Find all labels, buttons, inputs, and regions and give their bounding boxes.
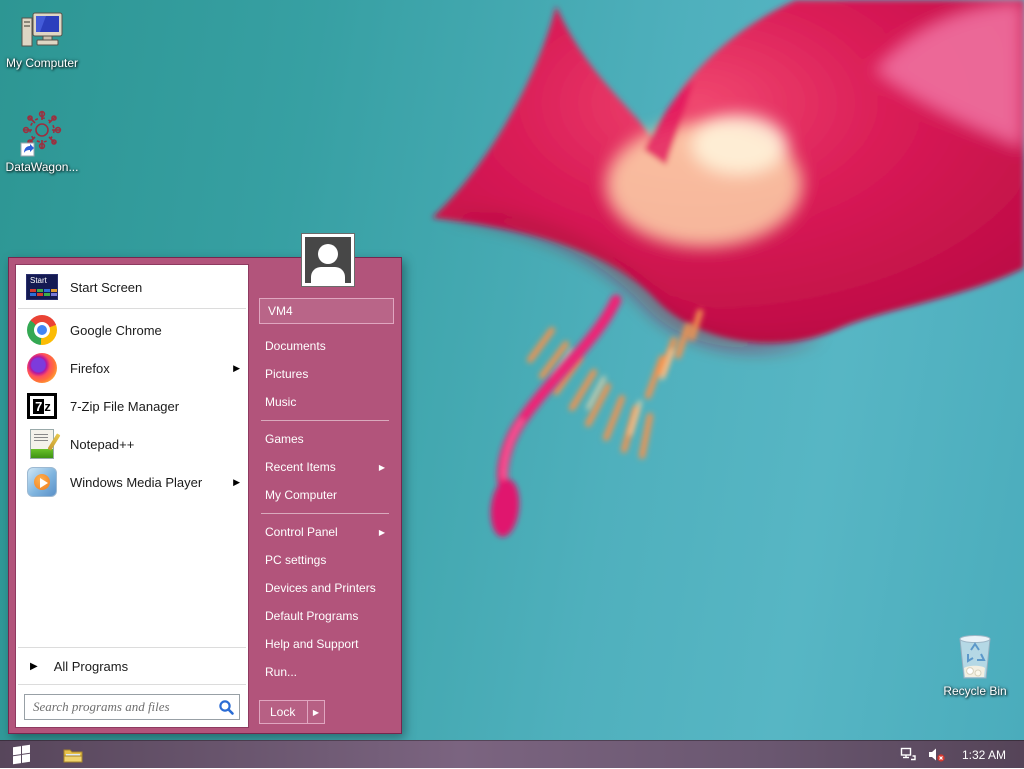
desktop-icon-label: DataWagon... [5, 160, 79, 174]
menu-item-7zip[interactable]: 7z 7-Zip File Manager [16, 387, 248, 425]
menu-item-pc-settings[interactable]: PC settings [255, 546, 395, 574]
menu-item-devices-and-printers[interactable]: Devices and Printers [255, 574, 395, 602]
desktop-icon-recycle-bin[interactable]: Recycle Bin [933, 632, 1017, 698]
start-screen-tile-icon: Start [26, 271, 58, 303]
menu-item-label: Run... [265, 665, 298, 679]
desktop-icon-my-computer[interactable]: My Computer [0, 8, 84, 70]
taskbar-clock[interactable]: 1:32 AM [956, 748, 1012, 762]
separator [18, 308, 246, 309]
windows-logo-icon [12, 744, 30, 765]
user-avatar[interactable] [301, 233, 355, 287]
submenu-arrow-icon: ▶ [378, 462, 385, 472]
menu-empty-space [16, 501, 248, 645]
all-programs-button[interactable]: ▶ All Programs [16, 650, 248, 682]
chrome-icon [26, 314, 58, 346]
submenu-arrow-icon: ▶ [378, 527, 385, 537]
menu-item-label: Recent Items [265, 460, 336, 474]
menu-item-user-name[interactable]: VM4 [259, 298, 394, 324]
lock-button-label: Lock [270, 705, 296, 719]
desktop-wallpaper: My Computer DataWagon... Recycle Bin Sta… [0, 0, 1024, 768]
taskbar-file-explorer-button[interactable] [56, 741, 90, 769]
menu-item-label: Windows Media Player [70, 474, 203, 490]
separator [18, 647, 246, 648]
menu-item-label: Notepad++ [70, 436, 135, 452]
desktop-icon-label: My Computer [5, 56, 79, 70]
menu-item-label: PC settings [265, 553, 327, 567]
menu-item-windows-media-player[interactable]: Windows Media Player ▶ [16, 463, 248, 501]
search-input[interactable] [33, 699, 217, 715]
system-tray: 1:32 AM [900, 746, 1024, 764]
menu-item-pictures[interactable]: Pictures [255, 360, 395, 388]
menu-item-label: Control Panel [265, 525, 338, 539]
menu-item-default-programs[interactable]: Default Programs [255, 602, 395, 630]
menu-item-label: Default Programs [265, 609, 359, 623]
datawagon-icon [20, 110, 62, 157]
network-status-icon[interactable] [900, 746, 918, 764]
separator [261, 420, 389, 421]
menu-item-label: Games [265, 432, 304, 446]
recycle-bin-icon [959, 635, 991, 679]
lock-options-arrow-icon[interactable]: ▶ [307, 701, 324, 723]
taskbar: 1:32 AM [0, 740, 1024, 768]
menu-item-run[interactable]: Run... [255, 658, 395, 686]
submenu-arrow-icon: ▶ [233, 362, 240, 373]
wmp-icon [26, 466, 58, 498]
user-avatar-silhouette-icon [305, 237, 351, 283]
separator [18, 684, 246, 685]
firefox-icon [26, 352, 58, 384]
start-menu: Start Start Screen Google Chrome Firefox… [8, 257, 402, 734]
menu-item-label: 7-Zip File Manager [70, 398, 180, 414]
file-explorer-folder-icon [63, 749, 83, 762]
menu-item-control-panel[interactable]: Control Panel ▶ [255, 518, 395, 546]
all-programs-label: All Programs [53, 658, 129, 674]
menu-item-label: Start Screen [70, 279, 143, 295]
start-menu-left-panel: Start Start Screen Google Chrome Firefox… [15, 264, 249, 728]
menu-item-recent-items[interactable]: Recent Items ▶ [255, 453, 395, 481]
menu-item-start-screen[interactable]: Start Start Screen [16, 268, 248, 306]
menu-item-label: Music [265, 395, 297, 409]
menu-item-documents[interactable]: Documents [255, 332, 395, 360]
menu-item-label: My Computer [265, 488, 338, 502]
menu-item-label: Documents [265, 339, 326, 353]
desktop-icon-label: Recycle Bin [943, 684, 1007, 698]
desktop-icon-datawagon[interactable]: DataWagon... [0, 108, 84, 174]
start-button[interactable] [0, 741, 42, 769]
menu-item-label: Help and Support [265, 637, 359, 651]
notepadpp-icon [26, 428, 61, 460]
menu-item-label: Google Chrome [70, 322, 162, 338]
lock-button[interactable]: Lock ▶ [259, 700, 325, 724]
flower-wallpaper-image [432, 0, 1024, 537]
menu-item-label: Firefox [70, 360, 110, 376]
menu-item-music[interactable]: Music [255, 388, 395, 416]
volume-muted-icon[interactable] [928, 746, 946, 764]
menu-item-label: Devices and Printers [265, 581, 376, 595]
search-row [16, 687, 248, 727]
menu-item-google-chrome[interactable]: Google Chrome [16, 311, 248, 349]
all-programs-arrow-icon: ▶ [30, 660, 38, 672]
separator [261, 513, 389, 514]
start-menu-right-panel: VM4 Documents Pictures Music Games Recen… [255, 298, 395, 727]
search-box[interactable] [24, 694, 240, 720]
menu-item-help-and-support[interactable]: Help and Support [255, 630, 395, 658]
menu-item-notepadpp[interactable]: Notepad++ [16, 425, 248, 463]
my-computer-icon [21, 12, 63, 47]
submenu-arrow-icon: ▶ [233, 476, 240, 487]
menu-item-my-computer[interactable]: My Computer [255, 481, 395, 509]
menu-item-firefox[interactable]: Firefox ▶ [16, 349, 248, 387]
menu-item-games[interactable]: Games [255, 425, 395, 453]
search-magnifier-icon[interactable] [217, 698, 235, 716]
menu-item-label: Pictures [265, 367, 309, 381]
7zip-icon: 7z [26, 390, 58, 422]
